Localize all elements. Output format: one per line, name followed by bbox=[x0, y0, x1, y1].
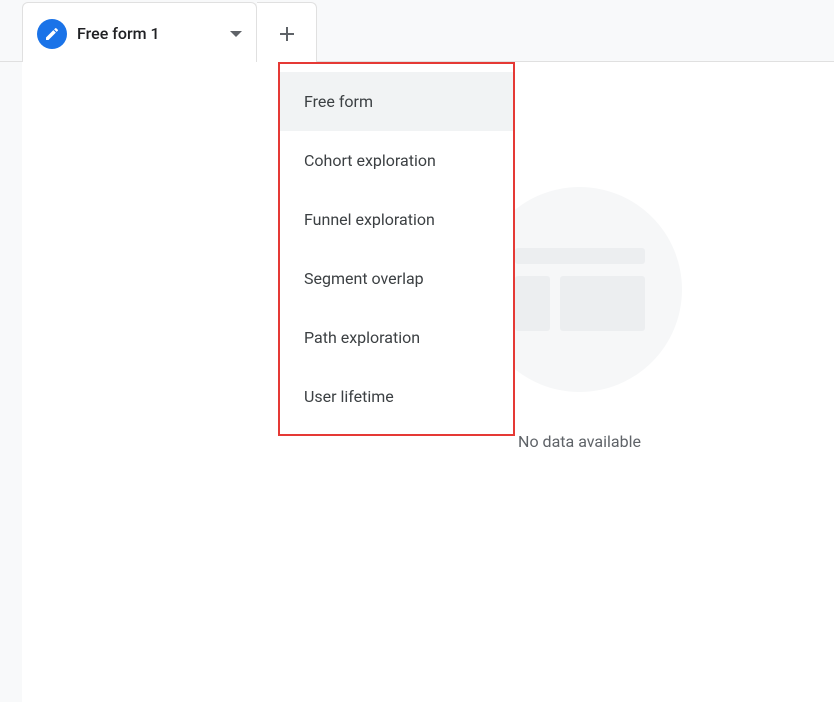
menu-item-cohort-exploration[interactable]: Cohort exploration bbox=[280, 131, 513, 190]
edit-icon bbox=[37, 19, 67, 49]
menu-item-label: Path exploration bbox=[304, 328, 420, 347]
dropdown-caret-icon[interactable] bbox=[230, 31, 242, 37]
menu-item-label: Funnel exploration bbox=[304, 210, 435, 229]
placeholder-block bbox=[515, 276, 550, 331]
menu-item-label: Cohort exploration bbox=[304, 151, 436, 170]
exploration-type-menu: Free form Cohort exploration Funnel expl… bbox=[278, 62, 515, 436]
menu-item-label: User lifetime bbox=[304, 387, 394, 406]
placeholder-block bbox=[560, 276, 645, 331]
tab-bar: Free form 1 bbox=[0, 0, 834, 62]
menu-item-label: Free form bbox=[304, 92, 373, 111]
placeholder-bar bbox=[515, 248, 645, 264]
menu-item-path-exploration[interactable]: Path exploration bbox=[280, 308, 513, 367]
tab-free-form-1[interactable]: Free form 1 bbox=[22, 2, 257, 64]
tab-label: Free form 1 bbox=[77, 24, 220, 43]
menu-item-segment-overlap[interactable]: Segment overlap bbox=[280, 249, 513, 308]
placeholder-row bbox=[515, 276, 645, 331]
menu-item-label: Segment overlap bbox=[304, 269, 424, 288]
menu-item-funnel-exploration[interactable]: Funnel exploration bbox=[280, 190, 513, 249]
menu-item-free-form[interactable]: Free form bbox=[280, 72, 513, 131]
placeholder-inner bbox=[515, 248, 645, 331]
menu-item-user-lifetime[interactable]: User lifetime bbox=[280, 367, 513, 426]
empty-state-message: No data available bbox=[518, 432, 641, 451]
add-tab-button[interactable] bbox=[257, 2, 317, 64]
